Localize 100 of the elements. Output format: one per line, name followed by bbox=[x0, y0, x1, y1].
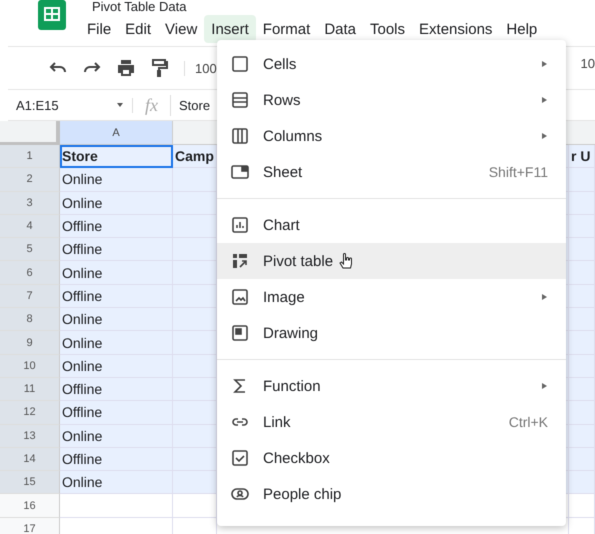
row-number[interactable]: 3 bbox=[0, 192, 60, 215]
row-number[interactable]: 6 bbox=[0, 261, 60, 285]
table-cell bbox=[569, 354, 595, 378]
menu-item[interactable]: Columns bbox=[217, 118, 566, 154]
row-number[interactable]: 15 bbox=[0, 471, 60, 494]
menu-item[interactable]: Rows bbox=[217, 82, 566, 118]
menu-item[interactable]: Function bbox=[217, 368, 566, 404]
table-cell: Store bbox=[60, 145, 173, 168]
drawing-icon bbox=[231, 324, 249, 342]
menu-item-label: Image bbox=[263, 288, 305, 306]
keyboard-shortcut: Shift+F11 bbox=[488, 164, 548, 180]
row-number[interactable]: 4 bbox=[0, 214, 60, 238]
window-icon bbox=[231, 163, 249, 181]
table-cell: Offline bbox=[60, 448, 173, 472]
table-cell: Online bbox=[60, 308, 173, 332]
table-cell bbox=[569, 494, 595, 518]
table-cell: Online bbox=[60, 192, 173, 215]
menu-item[interactable]: Checkbox bbox=[217, 440, 566, 476]
keyboard-shortcut: Ctrl+K bbox=[508, 414, 548, 430]
menu-item[interactable]: Cells bbox=[217, 46, 566, 82]
table-cell: Offline bbox=[60, 378, 173, 402]
table-cell bbox=[173, 238, 217, 262]
table-cell: Online bbox=[60, 168, 173, 192]
table-cell: Camp bbox=[173, 145, 217, 168]
menu-tab[interactable]: Extensions bbox=[412, 15, 500, 43]
menu-item[interactable]: Pivot table bbox=[217, 243, 566, 279]
bar-chart-icon bbox=[231, 216, 249, 234]
print-icon[interactable] bbox=[116, 58, 136, 78]
row-number[interactable]: 7 bbox=[0, 284, 60, 308]
table-cell bbox=[569, 308, 595, 332]
table-cell: Offline bbox=[60, 284, 173, 308]
table-cell bbox=[569, 471, 595, 494]
menu-item[interactable]: Image bbox=[217, 279, 566, 315]
menu-item[interactable]: Sheet Shift+F11 bbox=[217, 154, 566, 190]
menu-item[interactable]: Link Ctrl+K bbox=[217, 404, 566, 440]
row-number[interactable]: 9 bbox=[0, 331, 60, 355]
table-cell: Online bbox=[60, 261, 173, 285]
row-number[interactable]: 12 bbox=[0, 401, 60, 425]
table-cell bbox=[569, 424, 595, 448]
menu-item-label: People chip bbox=[263, 486, 342, 502]
table-cell bbox=[173, 471, 217, 494]
person-chip-icon bbox=[231, 485, 249, 503]
table-cell bbox=[569, 378, 595, 402]
document-title[interactable]: Pivot Table Data bbox=[80, 0, 544, 13]
function-label: fx bbox=[133, 94, 171, 116]
menu-item-label: Cells bbox=[263, 56, 296, 72]
menu-item-label: Pivot table bbox=[263, 252, 334, 270]
table-cell bbox=[173, 308, 217, 332]
row-number[interactable]: 8 bbox=[0, 308, 60, 332]
menu-item-label: Columns bbox=[263, 128, 322, 144]
table-cell bbox=[569, 331, 595, 355]
menu-item[interactable]: Drawing bbox=[217, 315, 566, 351]
row-number[interactable]: 13 bbox=[0, 424, 60, 448]
table-cell: Online bbox=[60, 424, 173, 448]
row-number[interactable]: 16 bbox=[0, 494, 60, 518]
paint-format-icon[interactable] bbox=[150, 58, 170, 78]
image-icon bbox=[231, 288, 249, 306]
menu-item-label: Sheet bbox=[263, 164, 302, 180]
table-cell bbox=[173, 331, 217, 355]
table-cell: Offline bbox=[60, 238, 173, 262]
row-number[interactable]: 17 bbox=[0, 518, 60, 534]
row-number[interactable]: 10 bbox=[0, 354, 60, 378]
table-cell bbox=[569, 168, 595, 192]
table-cell bbox=[173, 448, 217, 472]
table-cell bbox=[173, 214, 217, 238]
font-size-field[interactable]: 10 bbox=[580, 56, 595, 71]
pivot-table-icon bbox=[231, 252, 249, 270]
menu-item[interactable]: People chip bbox=[217, 476, 566, 512]
row-number[interactable]: 14 bbox=[0, 448, 60, 472]
menu-tab[interactable]: Tools bbox=[363, 15, 412, 43]
table-cell bbox=[569, 448, 595, 472]
menu-tab[interactable]: Help bbox=[499, 15, 544, 43]
menu-item-label: Function bbox=[263, 378, 321, 394]
row-number[interactable]: 11 bbox=[0, 378, 60, 402]
menu-tab[interactable]: Data bbox=[317, 15, 363, 43]
menu-item-label: Link bbox=[263, 414, 291, 430]
column-header[interactable]: A bbox=[60, 121, 173, 145]
menu-item[interactable]: Chart bbox=[217, 207, 566, 243]
table-cell bbox=[173, 401, 217, 425]
name-box[interactable]: A1:E15 bbox=[8, 98, 133, 112]
checkbox-icon bbox=[231, 449, 249, 467]
columns-icon bbox=[231, 127, 249, 145]
row-number[interactable]: 5 bbox=[0, 238, 60, 262]
table-cell bbox=[173, 261, 217, 285]
row-number[interactable]: 1 bbox=[0, 145, 60, 168]
menu-tab[interactable]: View bbox=[158, 15, 204, 43]
square-icon bbox=[231, 55, 249, 73]
menu-item-label: Rows bbox=[263, 92, 301, 108]
table-cell bbox=[173, 284, 217, 308]
menu-tab[interactable]: Insert bbox=[204, 15, 256, 43]
menu-tab[interactable]: File bbox=[80, 15, 118, 43]
table-cell bbox=[569, 284, 595, 308]
table-cell bbox=[569, 214, 595, 238]
dropdown-caret-icon[interactable] bbox=[116, 101, 124, 109]
formula-field[interactable]: Store bbox=[171, 98, 210, 112]
row-number[interactable]: 2 bbox=[0, 168, 60, 192]
table-cell bbox=[173, 168, 217, 192]
menu-tab[interactable]: Format bbox=[256, 15, 318, 43]
menu-tab[interactable]: Edit bbox=[118, 15, 158, 43]
table-cell: r U bbox=[569, 145, 595, 168]
